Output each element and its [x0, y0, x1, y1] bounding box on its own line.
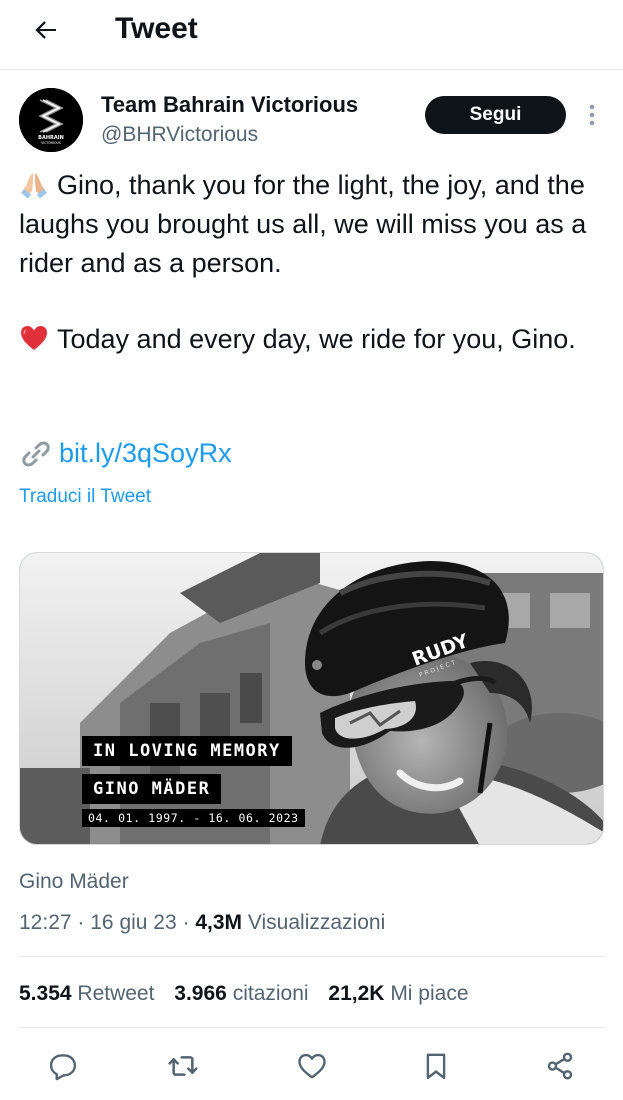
quotes-stat[interactable]: 3.966 citazioni — [174, 980, 308, 1008]
page-title: Tweet — [115, 12, 198, 45]
author-name[interactable]: Team Bahrain Victorious — [101, 91, 358, 119]
like-icon — [298, 1053, 326, 1079]
memorial-dates: 04. 01. 1997. - 16. 06. 2023 — [82, 809, 305, 827]
tweet-paragraph-1: Gino, thank you for the light, the joy, … — [19, 166, 609, 283]
translate-tweet-link[interactable]: Traduci il Tweet — [19, 484, 151, 510]
folded-hands-emoji — [21, 173, 47, 199]
link-icon — [22, 441, 50, 466]
memorial-line-2: GINO MÄDER — [82, 774, 222, 804]
views-count: 4,3M — [195, 911, 243, 934]
link-line: bit.ly/3qSoyRx — [19, 434, 232, 473]
back-button[interactable] — [28, 12, 64, 48]
tweet-paragraph-2: Today and every day, we ride for you, Gi… — [19, 320, 609, 359]
tweet-date[interactable]: 16 giu 23 — [90, 911, 176, 934]
tweet-stats: 5.354 Retweet 3.966 citazioni 21,2K Mi p… — [19, 980, 483, 1008]
retweet-icon — [168, 1056, 198, 1076]
avatar[interactable]: BAHRAIN VICTORIOUS — [19, 88, 83, 152]
retweet-button[interactable] — [165, 1048, 201, 1084]
tweet-text-2: Today and every day, we ride for you, Gi… — [57, 324, 576, 354]
more-vertical-icon — [589, 104, 595, 126]
likes-stat[interactable]: 21,2K Mi piace — [328, 980, 468, 1008]
tweet-media-image[interactable]: RUDY PROJECT IN LOVING MEMORY GINO MÄDER… — [19, 552, 604, 845]
tweet-link[interactable]: bit.ly/3qSoyRx — [59, 434, 232, 473]
views-label: Visualizzazioni — [247, 911, 386, 934]
arrow-left-icon — [35, 21, 56, 39]
bookmark-button[interactable] — [418, 1048, 454, 1084]
tweet-text-1: Gino, thank you for the light, the joy, … — [19, 170, 587, 278]
like-button[interactable] — [294, 1048, 330, 1084]
tweet-meta: 12:27 · 16 giu 23 · 4,3M Visualizzazioni — [19, 911, 386, 934]
divider — [19, 956, 605, 957]
red-heart-emoji — [21, 326, 47, 350]
tweet-time[interactable]: 12:27 — [19, 911, 72, 934]
divider — [19, 1027, 605, 1028]
share-icon — [547, 1052, 573, 1080]
reply-icon — [49, 1054, 77, 1081]
retweets-stat[interactable]: 5.354 Retweet — [19, 980, 154, 1008]
team-logo: BAHRAIN VICTORIOUS — [19, 88, 83, 152]
action-bar — [0, 1040, 623, 1096]
top-bar: Tweet — [0, 0, 623, 70]
share-button[interactable] — [542, 1048, 578, 1084]
follow-button[interactable]: Segui — [425, 96, 566, 134]
svg-text:VICTORIOUS: VICTORIOUS — [41, 141, 61, 145]
memorial-line-1: IN LOVING MEMORY — [82, 736, 292, 766]
more-options-button[interactable] — [582, 100, 602, 130]
media-caption: Gino Mäder — [19, 870, 129, 893]
author-handle[interactable]: @BHRVictorious — [101, 121, 258, 149]
bookmark-icon — [426, 1053, 446, 1080]
reply-button[interactable] — [45, 1048, 81, 1084]
